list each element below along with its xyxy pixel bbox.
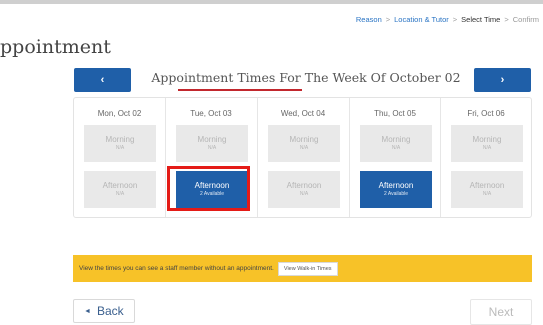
view-walk-in-times-button[interactable]: View Walk-in Times	[277, 261, 338, 276]
afternoon-slot-fri: Afternoon N/A	[451, 171, 523, 208]
morning-slot-fri: Morning N/A	[451, 125, 523, 162]
next-label: Next	[488, 305, 514, 319]
week-heading: Appointment Times For The Week Of Octobe…	[151, 70, 461, 85]
back-button[interactable]: ◄ Back	[73, 299, 135, 323]
slot-availability: N/A	[482, 145, 492, 151]
breadcrumb-item-location-tutor[interactable]: Location & Tutor	[394, 15, 449, 24]
slot-title: Morning	[472, 135, 502, 144]
previous-week-button[interactable]: ‹	[74, 68, 131, 92]
chevron-left-icon: ‹	[100, 74, 105, 86]
day-header: Thu, Oct 05	[374, 109, 416, 118]
slot-availability: 2 Available	[383, 191, 409, 197]
breadcrumb-item-confirm: Confirm	[512, 15, 539, 24]
walk-in-notice: View the times you can see a staff membe…	[73, 255, 532, 282]
slot-title: Afternoon	[378, 181, 414, 190]
notice-text: View the times you can see a staff membe…	[79, 265, 274, 272]
page-title: ppointment	[0, 36, 111, 58]
top-divider	[0, 0, 543, 4]
day-header: Fri, Oct 06	[467, 109, 505, 118]
slot-title: Afternoon	[469, 181, 505, 190]
slot-availability: N/A	[391, 145, 401, 151]
afternoon-slot-thu[interactable]: Afternoon 2 Available	[360, 171, 432, 208]
next-week-button[interactable]: ›	[474, 68, 531, 92]
breadcrumb: Reason > Location & Tutor > Select Time > Conf…	[356, 15, 539, 24]
slot-title: Morning	[289, 135, 319, 144]
morning-slot-mon: Morning N/A	[84, 125, 156, 162]
breadcrumb-separator: >	[385, 15, 391, 24]
breadcrumb-item-select-time: Select Time	[461, 15, 501, 24]
afternoon-slot-wed: Afternoon N/A	[268, 171, 340, 208]
slot-availability: N/A	[115, 145, 125, 151]
day-column-thu: Thu, Oct 05 Morning N/A Afternoon 2 Avai…	[349, 98, 440, 217]
day-column-fri: Fri, Oct 06 Morning N/A Afternoon N/A	[440, 98, 531, 217]
slot-availability: N/A	[207, 145, 217, 151]
next-button[interactable]: Next	[470, 299, 532, 325]
slot-title: Morning	[105, 135, 135, 144]
selection-highlight	[167, 166, 250, 211]
slot-title: Afternoon	[102, 181, 138, 190]
breadcrumb-separator: >	[452, 15, 458, 24]
slot-availability: N/A	[299, 145, 309, 151]
slot-availability: N/A	[299, 191, 309, 197]
slot-title: Morning	[197, 135, 227, 144]
breadcrumb-separator: >	[504, 15, 509, 24]
morning-slot-thu: Morning N/A	[360, 125, 432, 162]
breadcrumb-item-reason[interactable]: Reason	[356, 15, 382, 24]
slot-title: Morning	[381, 135, 411, 144]
slot-availability: N/A	[115, 191, 125, 197]
day-header: Mon, Oct 02	[97, 109, 142, 118]
day-column-mon: Mon, Oct 02 Morning N/A Afternoon N/A	[74, 98, 165, 217]
slot-availability: N/A	[482, 191, 492, 197]
slot-title: Afternoon	[286, 181, 322, 190]
appointment-grid: Mon, Oct 02 Morning N/A Afternoon N/A Tu…	[73, 97, 532, 218]
day-column-wed: Wed, Oct 04 Morning N/A Afternoon N/A	[257, 98, 348, 217]
back-label: Back	[96, 304, 124, 318]
day-header: Wed, Oct 04	[280, 109, 326, 118]
chevron-right-icon: ›	[500, 74, 505, 86]
afternoon-slot-mon: Afternoon N/A	[84, 171, 156, 208]
day-header: Tue, Oct 03	[190, 109, 232, 118]
heading-underline	[178, 89, 302, 91]
morning-slot-wed: Morning N/A	[268, 125, 340, 162]
morning-slot-tue: Morning N/A	[176, 125, 248, 162]
arrow-left-icon: ◄	[84, 307, 91, 315]
